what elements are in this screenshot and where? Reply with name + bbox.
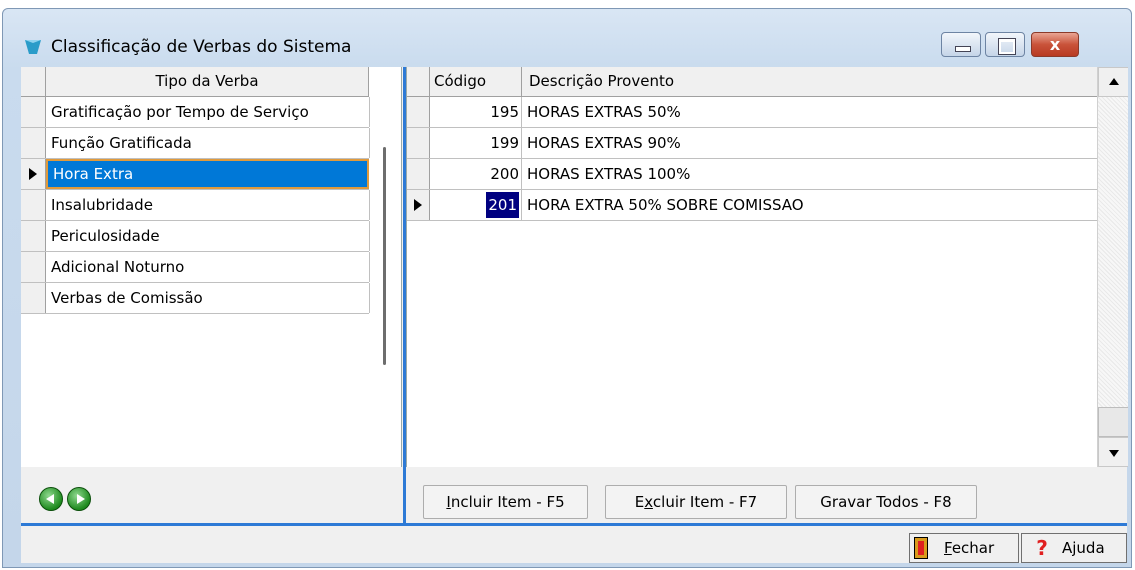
list-item-label[interactable]: Hora Extra — [46, 159, 369, 189]
description-cell[interactable]: HORAS EXTRAS 100% — [523, 159, 1097, 189]
scrollbar-thumb[interactable] — [383, 147, 386, 365]
button-label: cluir Item - F7 — [652, 493, 758, 511]
column-header-tipo[interactable]: Tipo da Verba — [46, 67, 369, 96]
description-cell[interactable]: HORA EXTRA 50% SOBRE COMISSAO — [523, 190, 1097, 220]
button-label: Ajuda — [1062, 539, 1105, 557]
vertical-scrollbar[interactable] — [1097, 67, 1128, 467]
app-icon — [25, 40, 41, 54]
list-item[interactable]: Função Gratificada — [21, 128, 370, 159]
button-label-rest: echar — [951, 539, 995, 557]
list-item-selected[interactable]: Hora Extra — [21, 159, 369, 190]
previous-button[interactable] — [39, 487, 63, 511]
button-label: ncluir Item - F5 — [450, 493, 565, 511]
arrow-up-icon — [1109, 78, 1119, 85]
row-indicator — [21, 221, 46, 251]
row-indicator — [21, 159, 46, 189]
description-cell[interactable]: HORAS EXTRAS 50% — [523, 97, 1097, 127]
horizontal-divider — [21, 523, 1127, 526]
button-label-prefix: E — [634, 493, 645, 511]
current-row-arrow-icon — [414, 199, 422, 211]
incluir-item-button[interactable]: Incluir Item - F5 — [423, 485, 588, 519]
column-header-codigo[interactable]: Código — [430, 67, 522, 96]
row-indicator-header — [407, 67, 430, 96]
action-footer: Incluir Item - F5 Excluir Item - F7 Grav… — [406, 467, 1127, 523]
provento-grid[interactable]: Código Descrição Provento 195 HORAS EXTR… — [406, 67, 1128, 467]
column-header-descricao[interactable]: Descrição Provento — [523, 67, 1097, 96]
row-indicator — [21, 190, 46, 220]
close-button[interactable]: x — [1031, 32, 1079, 57]
row-indicator — [407, 190, 430, 220]
list-item-label[interactable]: Gratificação por Tempo de Serviço — [46, 97, 370, 127]
list-item[interactable]: Adicional Noturno — [21, 252, 370, 283]
current-row-arrow-icon — [29, 168, 37, 180]
row-indicator — [21, 128, 46, 158]
code-cell-value: 201 — [485, 191, 520, 219]
row-indicator — [407, 97, 430, 127]
list-item[interactable]: Verbas de Comissão — [21, 283, 370, 314]
table-row[interactable]: 200 HORAS EXTRAS 100% — [407, 159, 1097, 190]
scrollbar-thumb[interactable] — [1098, 407, 1128, 437]
scroll-down-button[interactable] — [1098, 437, 1128, 467]
close-icon: x — [1049, 35, 1061, 54]
list-item-label[interactable]: Verbas de Comissão — [46, 283, 370, 313]
row-indicator — [21, 252, 46, 282]
excluir-item-button[interactable]: Excluir Item - F7 — [605, 485, 787, 519]
row-indicator — [21, 283, 46, 313]
arrow-right-icon — [77, 494, 85, 504]
minimize-button[interactable] — [941, 32, 981, 57]
next-button[interactable] — [67, 487, 91, 511]
maximize-icon — [998, 38, 1016, 55]
verb-type-header: Tipo da Verba — [21, 67, 369, 97]
ajuda-button[interactable]: ? Ajuda — [1021, 533, 1127, 563]
code-cell[interactable]: 195 — [430, 97, 522, 127]
row-indicator — [407, 128, 430, 158]
exit-door-icon — [914, 537, 928, 559]
accelerator-key: F — [944, 539, 952, 557]
navigation-footer — [21, 467, 401, 523]
window-title: Classificação de Verbas do Sistema — [51, 37, 352, 57]
gravar-todos-button[interactable]: Gravar Todos - F8 — [795, 485, 977, 519]
code-cell[interactable]: 200 — [430, 159, 522, 189]
arrow-left-icon — [46, 494, 54, 504]
provento-header: Código Descrição Provento — [407, 67, 1097, 97]
list-item-label[interactable]: Periculosidade — [46, 221, 370, 251]
row-indicator — [21, 97, 46, 127]
table-row-selected[interactable]: 201 HORA EXTRA 50% SOBRE COMISSAO — [407, 190, 1097, 221]
scroll-up-button[interactable] — [1098, 67, 1128, 97]
accelerator-key: x — [644, 493, 653, 511]
title-bar: Classificação de Verbas do Sistema x — [3, 9, 1131, 65]
table-row[interactable]: 195 HORAS EXTRAS 50% — [407, 97, 1097, 128]
list-item[interactable]: Insalubridade — [21, 190, 370, 221]
row-indicator — [407, 159, 430, 189]
list-item[interactable]: Periculosidade — [21, 221, 370, 252]
description-cell[interactable]: HORAS EXTRAS 90% — [523, 128, 1097, 158]
minimize-icon — [955, 46, 971, 52]
button-label: Fechar — [944, 534, 994, 562]
list-item-label[interactable]: Insalubridade — [46, 190, 370, 220]
fechar-button[interactable]: Fechar — [909, 533, 1019, 563]
code-cell[interactable]: 199 — [430, 128, 522, 158]
list-item[interactable]: Gratificação por Tempo de Serviço — [21, 97, 370, 128]
verb-type-grid[interactable]: Tipo da Verba Gratificação por Tempo de … — [21, 67, 402, 467]
list-item-label[interactable]: Função Gratificada — [46, 128, 370, 158]
client-area: Tipo da Verba Gratificação por Tempo de … — [21, 67, 1128, 563]
code-cell[interactable]: 201 — [430, 190, 522, 220]
help-icon: ? — [1036, 536, 1048, 560]
row-indicator-header — [21, 67, 46, 96]
main-window: Classificação de Verbas do Sistema x Tip… — [2, 8, 1132, 568]
table-row[interactable]: 199 HORAS EXTRAS 90% — [407, 128, 1097, 159]
arrow-down-icon — [1109, 450, 1119, 457]
maximize-button[interactable] — [985, 32, 1025, 57]
list-item-label[interactable]: Adicional Noturno — [46, 252, 370, 282]
